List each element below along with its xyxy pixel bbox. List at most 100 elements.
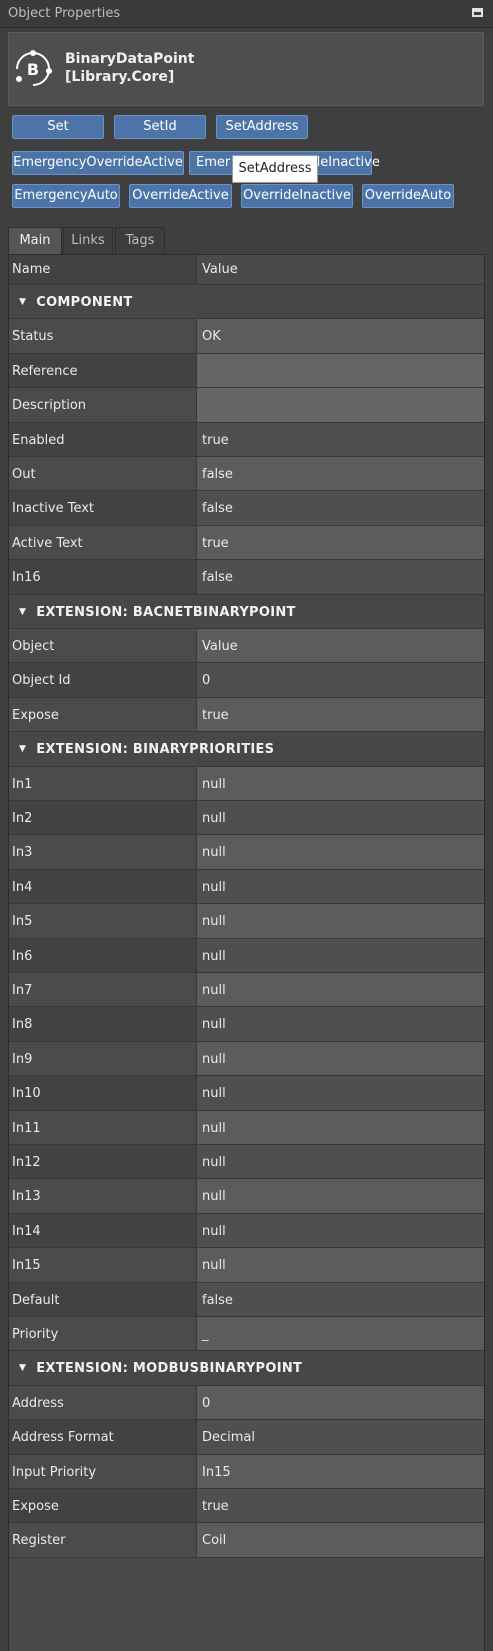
- property-name: Reference: [12, 363, 78, 379]
- property-row: In10 null: [9, 1076, 484, 1111]
- property-value-field[interactable]: 0: [196, 663, 484, 697]
- property-value-field[interactable]: null: [196, 1007, 484, 1041]
- chevron-down-icon[interactable]: ▼: [19, 1350, 26, 1386]
- property-value: Decimal: [202, 1430, 256, 1446]
- emergency-override-active-button[interactable]: EmergencyOverrideActive: [12, 151, 184, 175]
- property-value-field[interactable]: _: [196, 1317, 484, 1351]
- property-grid: Name Value ▼ COMPONENT Status OK Reference De…: [8, 254, 485, 1651]
- property-name: In15: [12, 1258, 41, 1274]
- property-name: Status: [12, 329, 54, 345]
- chevron-down-icon[interactable]: ▼: [19, 594, 26, 630]
- property-value-field[interactable]: false: [196, 560, 484, 594]
- property-value: true: [202, 535, 229, 551]
- property-name: Priority: [12, 1327, 59, 1342]
- property-value: null: [202, 1223, 226, 1239]
- section-label: EXTENSION: BACNETBINARYPOINT: [36, 604, 296, 620]
- property-value-field[interactable]: null: [196, 1179, 484, 1213]
- property-value-field[interactable]: null: [196, 835, 484, 869]
- setaddress-button[interactable]: SetAddress: [216, 115, 308, 139]
- property-value-field[interactable]: [196, 353, 484, 388]
- section-title: ▼ EXTENSION: BACNETBINARYPOINT: [19, 595, 296, 632]
- property-name: Out: [12, 467, 36, 482]
- override-auto-button[interactable]: OverrideAuto: [362, 184, 454, 208]
- property-value: false: [202, 501, 233, 517]
- property-value-field[interactable]: null: [196, 766, 484, 800]
- override-active-button[interactable]: OverrideActive: [129, 184, 232, 208]
- property-row: Active Text true: [9, 525, 484, 561]
- property-row: Priority _: [9, 1317, 484, 1352]
- property-value: null: [202, 845, 226, 861]
- property-name: In3: [12, 845, 33, 861]
- property-value: _: [202, 1327, 209, 1342]
- property-value-field[interactable]: null: [196, 1110, 484, 1144]
- property-value-field[interactable]: Decimal: [196, 1420, 484, 1454]
- property-value-field[interactable]: null: [196, 1248, 484, 1282]
- property-value: Value: [202, 639, 238, 654]
- property-value-field[interactable]: null: [196, 1076, 484, 1110]
- property-value-field[interactable]: true: [196, 1489, 484, 1523]
- property-value-field[interactable]: OK: [196, 319, 484, 353]
- property-value-field[interactable]: Value: [196, 629, 484, 663]
- property-name: Object: [12, 639, 55, 654]
- override-inactive-button[interactable]: OverrideInactive: [241, 184, 353, 208]
- property-value: null: [202, 1017, 226, 1033]
- property-value-field[interactable]: false: [196, 1282, 484, 1316]
- tab-tags[interactable]: Tags: [115, 227, 165, 255]
- property-name: In8: [12, 1017, 33, 1033]
- property-value-field[interactable]: In15: [196, 1454, 484, 1488]
- property-row: Default false: [9, 1282, 484, 1317]
- section-header[interactable]: ▼ EXTENSION: BINARYPRIORITIES: [9, 731, 484, 767]
- setid-button[interactable]: SetId: [114, 115, 206, 139]
- chevron-down-icon[interactable]: ▼: [19, 731, 26, 767]
- property-row: In12 null: [9, 1145, 484, 1180]
- panel-title: Object Properties: [8, 6, 121, 21]
- section-header[interactable]: ▼ COMPONENT: [9, 284, 484, 320]
- property-value-field[interactable]: Coil: [196, 1523, 484, 1557]
- property-value-field[interactable]: 0: [196, 1385, 484, 1420]
- section-header[interactable]: ▼ EXTENSION: MODBUSBINARYPOINT: [9, 1350, 484, 1386]
- property-row: In6 null: [9, 938, 484, 973]
- set-button[interactable]: Set: [12, 115, 104, 139]
- section-label: EXTENSION: BINARYPRIORITIES: [36, 742, 275, 758]
- property-value-field[interactable]: null: [196, 938, 484, 972]
- property-value-field[interactable]: null: [196, 869, 484, 904]
- property-row: Inactive Text false: [9, 491, 484, 526]
- tab-main[interactable]: Main: [8, 227, 62, 255]
- property-name: In5: [12, 914, 33, 930]
- emergency-auto-button[interactable]: EmergencyAuto: [12, 184, 120, 208]
- property-value: null: [202, 914, 226, 930]
- property-value: null: [202, 879, 226, 895]
- property-row: In8 null: [9, 1007, 484, 1042]
- property-name: Expose: [12, 707, 59, 723]
- property-name: Default: [12, 1292, 60, 1308]
- property-name: In6: [12, 948, 33, 964]
- property-value-field[interactable]: null: [196, 1145, 484, 1179]
- property-value-field[interactable]: true: [196, 422, 484, 456]
- property-row: In1 null: [9, 766, 484, 801]
- property-value-field[interactable]: false: [196, 491, 484, 525]
- tab-links[interactable]: Links: [63, 227, 113, 255]
- property-value-field[interactable]: true: [196, 697, 484, 732]
- dock-icon[interactable]: [472, 8, 483, 17]
- property-name: In16: [12, 570, 41, 586]
- property-name: In4: [12, 879, 33, 895]
- property-value-field[interactable]: null: [196, 904, 484, 938]
- property-value-field[interactable]: [196, 388, 484, 422]
- property-row: Status OK: [9, 319, 484, 354]
- property-value-field[interactable]: null: [196, 1213, 484, 1248]
- property-value-field[interactable]: null: [196, 801, 484, 835]
- property-value: null: [202, 1086, 226, 1102]
- property-value: null: [202, 1155, 226, 1170]
- property-value-field[interactable]: null: [196, 1041, 484, 1076]
- property-value-field[interactable]: null: [196, 973, 484, 1007]
- property-name: In12: [12, 1155, 41, 1170]
- property-value-field[interactable]: true: [196, 525, 484, 560]
- chevron-down-icon[interactable]: ▼: [19, 284, 26, 320]
- property-value-field[interactable]: false: [196, 457, 484, 491]
- property-row: In16 false: [9, 560, 484, 595]
- property-name: In10: [12, 1086, 41, 1102]
- property-name: Active Text: [12, 535, 83, 551]
- property-row: Object Id 0: [9, 663, 484, 698]
- section-header[interactable]: ▼ EXTENSION: BACNETBINARYPOINT: [9, 594, 484, 632]
- setaddress-tooltip: SetAddress: [232, 155, 318, 183]
